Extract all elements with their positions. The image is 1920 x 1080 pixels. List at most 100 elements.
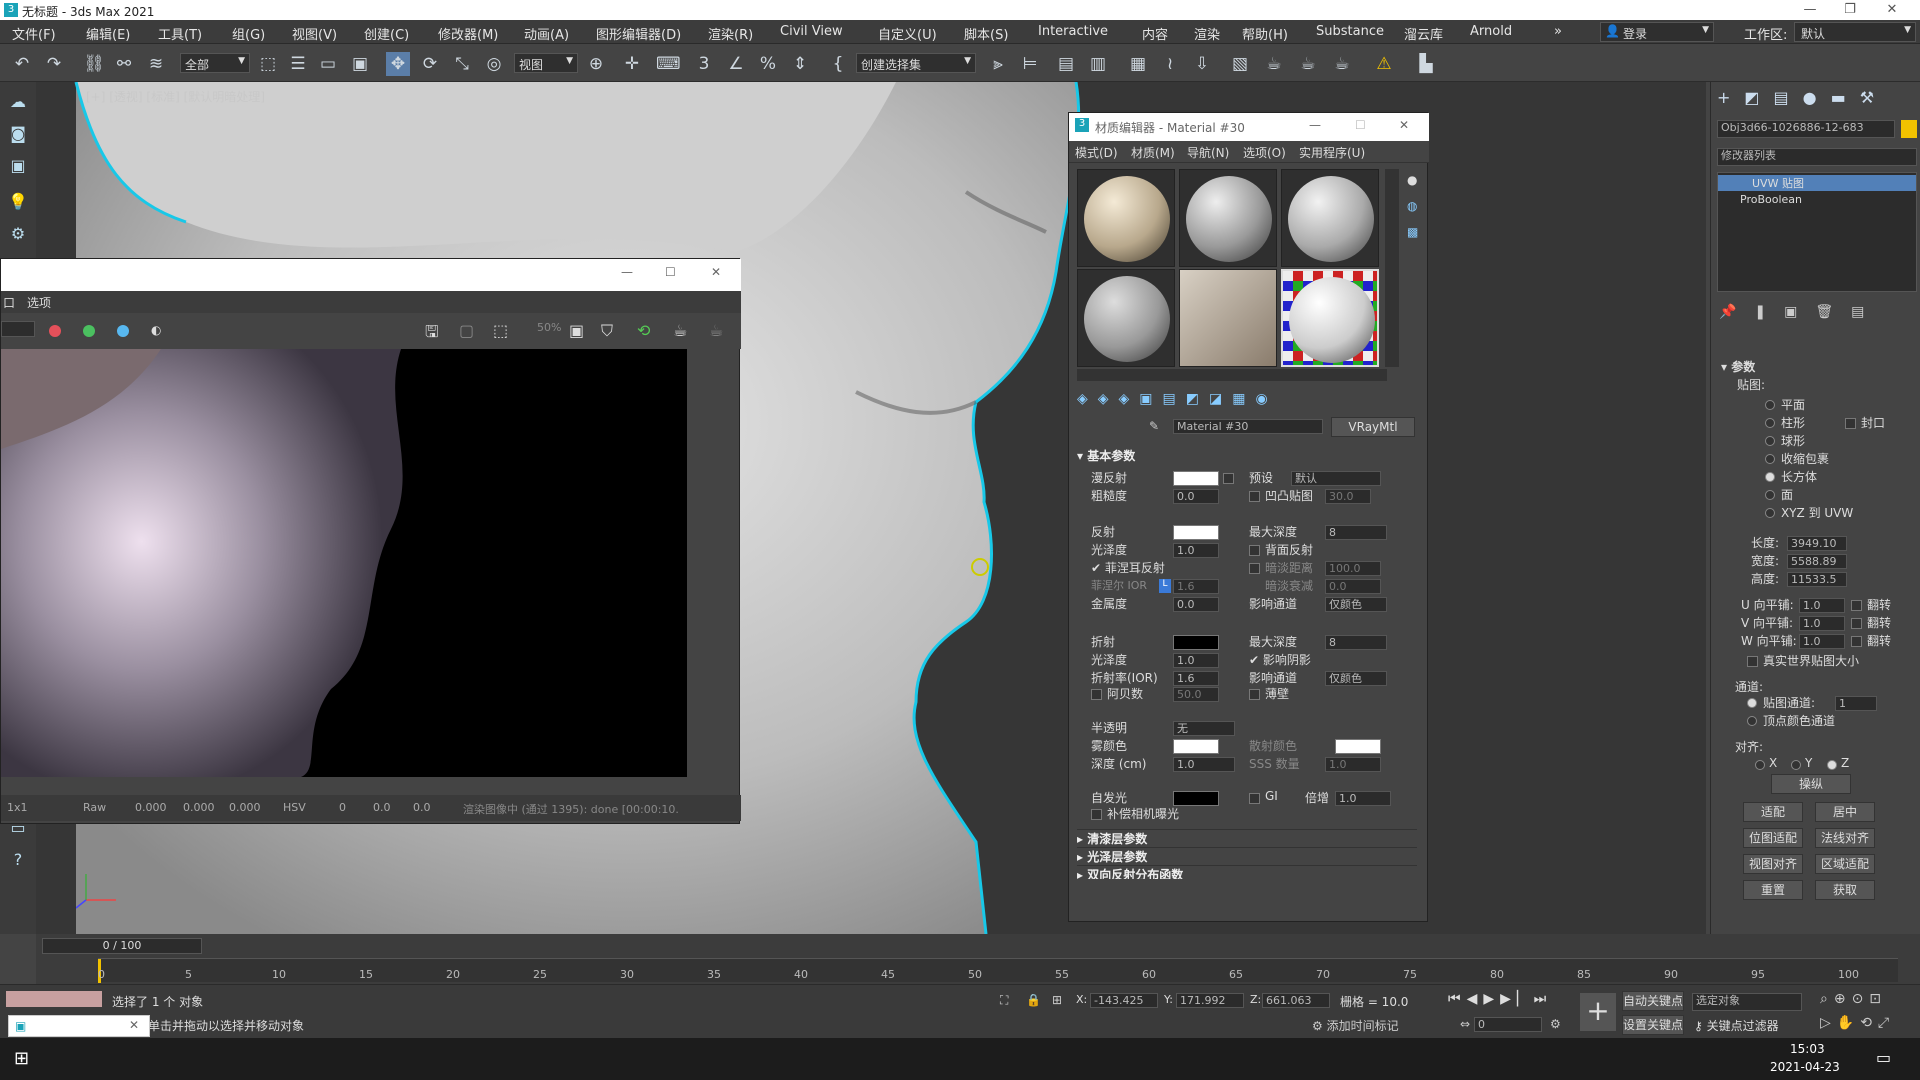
cap-checkbox[interactable]	[1845, 418, 1856, 429]
close-icon[interactable]: ✕	[711, 265, 721, 279]
menu-liuyun[interactable]: 溜云库	[1404, 24, 1443, 43]
sss-amount-spinner[interactable]: 1.0	[1325, 757, 1381, 772]
scatter-color-swatch[interactable]	[1335, 739, 1381, 754]
slots-scrollbar[interactable]	[1385, 169, 1399, 367]
set-key-icon[interactable]: +	[1580, 993, 1616, 1031]
length-spinner[interactable]: 3949.10	[1787, 536, 1847, 551]
workspace-dropdown[interactable]: 默认 ▼	[1794, 22, 1916, 42]
display-panel-icon[interactable]: ▣	[6, 156, 30, 180]
hierarchy-icon[interactable]: ⚙	[6, 224, 30, 248]
named-selection-dropdown[interactable]: 创建选择集 ▼	[856, 53, 976, 73]
select-object-icon[interactable]: ⬚	[256, 52, 280, 76]
keyboard-shortcut-icon[interactable]: ⌨	[656, 52, 681, 76]
menu-scripting[interactable]: 脚本(S)	[964, 24, 1008, 43]
channel-dropdown[interactable]	[1, 321, 35, 337]
isolate-icon[interactable]: ⛶	[1000, 993, 1008, 1008]
params-rollout[interactable]: ▾ 参数	[1721, 358, 1755, 375]
backlight-icon[interactable]: ◍	[1407, 199, 1417, 213]
menu-file[interactable]: 文件(F)	[12, 24, 56, 43]
gi-checkbox[interactable]	[1249, 793, 1260, 804]
refresh-icon[interactable]: ⟲	[637, 321, 650, 340]
menu-tools[interactable]: 工具(T)	[158, 24, 202, 43]
select-move-icon[interactable]: ✥	[386, 52, 410, 76]
window-crossing-icon[interactable]: ▣	[348, 52, 372, 76]
lens-effects-icon[interactable]: ⛉	[601, 321, 613, 341]
map-channel-spinner[interactable]: 1	[1835, 696, 1877, 711]
menu-help[interactable]: 帮助(H)	[1242, 24, 1288, 43]
refract-swatch[interactable]	[1173, 635, 1219, 650]
menu-edit[interactable]: 编辑(E)	[86, 24, 130, 43]
dim-falloff-spinner[interactable]: 0.0	[1325, 579, 1381, 594]
diffuse-map-button[interactable]	[1223, 473, 1234, 484]
radio-align-y[interactable]	[1791, 760, 1801, 770]
multiplier-spinner[interactable]: 1.0	[1335, 791, 1391, 806]
eyedropper-icon[interactable]: ✎	[1149, 419, 1159, 433]
render-teapot-icon[interactable]: ☕	[673, 321, 687, 340]
acquire-button[interactable]: 获取	[1815, 880, 1875, 900]
object-name-field[interactable]: Obj3d66-1026886-12-683	[1717, 120, 1895, 138]
depth-spinner[interactable]: 1.0	[1173, 757, 1235, 772]
dim-distance-checkbox[interactable]	[1249, 563, 1260, 574]
schematic-view-icon[interactable]: ≀	[1158, 52, 1182, 76]
affect-shadows-checkbox[interactable]: ✔ 影响阴影	[1249, 651, 1311, 668]
thin-walled-checkbox[interactable]	[1249, 689, 1260, 700]
menu-view[interactable]: 视图(V)	[292, 24, 337, 43]
width-spinner[interactable]: 5588.89	[1787, 554, 1847, 569]
restore-icon[interactable]: ❐	[1830, 2, 1870, 17]
green-channel-icon[interactable]	[83, 325, 95, 337]
backside-checkbox[interactable]	[1249, 545, 1260, 556]
preset-dropdown[interactable]: 默认	[1291, 471, 1381, 486]
current-frame-field[interactable]: 0	[1474, 1017, 1542, 1032]
menu-window[interactable]: 口	[3, 294, 15, 311]
menu-overflow[interactable]: »	[1554, 24, 1562, 39]
render-production-icon[interactable]: ☕	[1296, 52, 1320, 76]
bind-spacewarp-icon[interactable]: ≋	[144, 52, 168, 76]
z-coord-field[interactable]: 661.063	[1262, 993, 1330, 1008]
key-filters-button[interactable]: ⚷ 关键点过滤器	[1694, 1017, 1779, 1034]
scale-icon[interactable]: ⤡	[450, 52, 474, 76]
region-fit-button[interactable]: 区域适配	[1815, 854, 1875, 874]
pivot-icon[interactable]: ⊕	[584, 52, 608, 76]
bump-spinner[interactable]: 30.0	[1325, 489, 1371, 504]
view-align-button[interactable]: 视图对齐	[1743, 854, 1803, 874]
normal-align-button[interactable]: 法线对齐	[1815, 828, 1875, 848]
rendered-frame-icon[interactable]: ☕	[1262, 52, 1286, 76]
command-panel-tabs[interactable]: +◩▤●▬⚒	[1717, 88, 1888, 107]
mirror-icon[interactable]: ⫸	[986, 52, 1010, 76]
menu-civil-view[interactable]: Civil View	[780, 24, 843, 39]
redo-icon[interactable]: ↷	[42, 52, 66, 76]
alpha-channel-icon[interactable]: ◐	[151, 323, 161, 337]
snaps-toggle-icon[interactable]: 3	[692, 52, 716, 76]
minimize-icon[interactable]: —	[1309, 118, 1321, 132]
placement-icon[interactable]: ◎	[482, 52, 506, 76]
close-icon[interactable]: ✕	[1399, 118, 1409, 132]
menu-content[interactable]: 内容	[1142, 24, 1168, 43]
roughness-spinner[interactable]: 0.0	[1173, 489, 1219, 504]
color-mode-dropdown[interactable]: HSV	[283, 801, 306, 814]
section-basic-params[interactable]: ▾ 基本参数	[1077, 447, 1417, 465]
stop-render-icon[interactable]: ☕	[709, 321, 723, 340]
ior-spinner[interactable]: 1.6	[1173, 671, 1219, 686]
material-slot-5[interactable]	[1179, 269, 1277, 367]
align-icon[interactable]: ⊨	[1018, 52, 1042, 76]
background-icon[interactable]: ▩	[1407, 225, 1418, 239]
help-icon[interactable]: ?	[6, 850, 30, 874]
fit-button[interactable]: 适配	[1743, 802, 1803, 822]
u-tile-spinner[interactable]: 1.0	[1799, 598, 1845, 613]
v-tile-spinner[interactable]: 1.0	[1799, 616, 1845, 631]
maximize-icon[interactable]: ☐	[1355, 118, 1366, 132]
red-channel-icon[interactable]	[49, 325, 61, 337]
section-coat-params[interactable]: ▸ 清漆层参数	[1077, 829, 1417, 847]
clock-time[interactable]: 15:03	[1790, 1042, 1825, 1056]
reset-button[interactable]: 重置	[1743, 880, 1803, 900]
login-dropdown[interactable]: 👤 登录 ▼	[1600, 22, 1714, 42]
radio-vertex-color[interactable]	[1747, 716, 1757, 726]
time-config-settings-icon[interactable]: ⚙	[1550, 1017, 1561, 1031]
material-slot-3[interactable]	[1281, 169, 1379, 267]
radio-spherical[interactable]	[1765, 436, 1775, 446]
menu-navigation[interactable]: 导航(N)	[1187, 144, 1229, 161]
render-activeshade-icon[interactable]: ☕	[1330, 52, 1354, 76]
render-image[interactable]	[1, 349, 687, 777]
section-brdf[interactable]: ▸ 双向反射分布函数	[1077, 865, 1417, 879]
viewport-nav-icons-2[interactable]: ▷✋⟲⤢	[1820, 1015, 1895, 1031]
